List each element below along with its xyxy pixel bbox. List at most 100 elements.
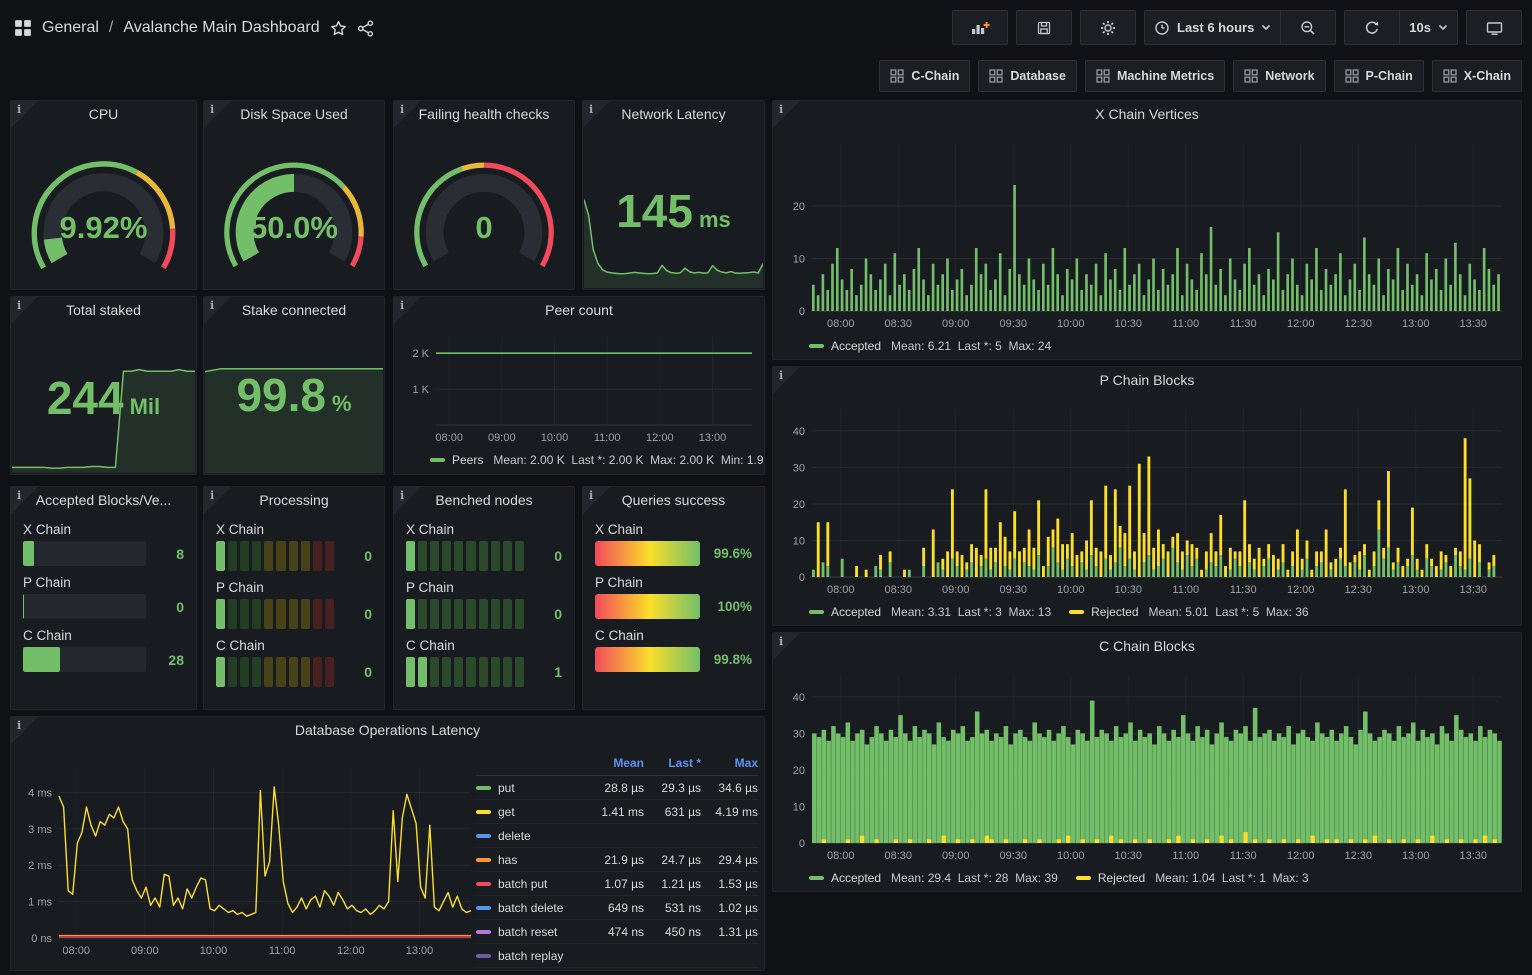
panel-info-icon[interactable] (204, 101, 231, 128)
tag-network[interactable]: Network (1233, 60, 1325, 92)
tag-machine-metrics[interactable]: Machine Metrics (1085, 60, 1225, 92)
panel-title[interactable]: Network Latency (583, 101, 764, 127)
panel-info-icon[interactable] (583, 487, 610, 514)
bar-gauge-row: C Chain 28 (23, 628, 184, 672)
breadcrumb-section[interactable]: General (42, 19, 99, 37)
panel-title[interactable]: Total staked (11, 297, 196, 323)
legend-item[interactable]: AcceptedMean: 3.31 Last *: 3 Max: 13 (809, 605, 1051, 619)
tag-x-chain[interactable]: X-Chain (1432, 60, 1522, 92)
tv-mode-button[interactable] (1466, 10, 1522, 45)
panel-info-icon[interactable] (11, 297, 38, 324)
save-dashboard-button[interactable] (1016, 10, 1072, 45)
svg-text:10:30: 10:30 (1114, 850, 1142, 862)
p-chain-blocks-chart: 01020304008:0008:3009:0009:3010:0010:301… (776, 393, 1520, 605)
panel-title[interactable]: C Chain Blocks (773, 633, 1521, 659)
legend-swatch (476, 786, 491, 790)
disk-value: 50.0% (204, 210, 384, 246)
svg-text:09:00: 09:00 (942, 850, 970, 862)
db-legend-row[interactable]: put28.8 µs29.3 µs34.6 µs (476, 776, 758, 800)
lcd-cell (479, 599, 488, 629)
db-legend-row[interactable]: has21.9 µs24.7 µs29.4 µs (476, 848, 758, 872)
legend-item[interactable]: RejectedMean: 5.01 Last *: 5 Max: 36 (1069, 605, 1308, 619)
bar-track (23, 594, 146, 619)
svg-text:30: 30 (793, 462, 805, 474)
panel-info-icon[interactable] (11, 487, 38, 514)
share-icon[interactable] (357, 20, 374, 37)
refresh-button[interactable] (1344, 10, 1400, 45)
panel-title[interactable]: P Chain Blocks (773, 367, 1521, 393)
panel-title[interactable]: Accepted Blocks/Ve... (11, 487, 196, 513)
dashboard-settings-button[interactable] (1080, 10, 1136, 45)
legend-item[interactable]: AcceptedMean: 29.4 Last *: 28 Max: 39 (809, 871, 1058, 885)
time-range-picker[interactable]: Last 6 hours (1144, 10, 1281, 45)
db-legend-row[interactable]: batch replay (476, 944, 758, 968)
panel-network-latency: i Network Latency 145ms (582, 100, 765, 290)
panel-title[interactable]: X Chain Vertices (773, 101, 1521, 127)
row-value: 28 (154, 652, 184, 668)
lcd-cell (252, 657, 261, 687)
panel-title[interactable]: Disk Space Used (204, 101, 384, 127)
db-legend-row[interactable]: get1.41 ms631 µs4.19 ms (476, 800, 758, 824)
col-mean[interactable]: Mean (587, 756, 644, 770)
row-value: 0 (342, 548, 372, 564)
db-legend-row[interactable]: batch delete649 ns531 ns1.02 µs (476, 896, 758, 920)
tag-p-chain[interactable]: P-Chain (1334, 60, 1424, 92)
panel-db-operations-latency: i Database Operations Latency 0 ns1 ms2 … (10, 716, 765, 971)
db-legend-row[interactable]: batch reset474 ns450 ns1.31 µs (476, 920, 758, 944)
dashboards-grid-icon[interactable] (14, 19, 32, 37)
lcd-cell (240, 541, 249, 571)
lcd-cell (454, 657, 463, 687)
db-legend-row[interactable]: batch put1.07 µs1.21 µs1.53 µs (476, 872, 758, 896)
panel-info-icon[interactable] (394, 297, 421, 324)
svg-text:08:30: 08:30 (884, 584, 912, 596)
panel-title[interactable]: Database Operations Latency (11, 717, 764, 743)
svg-text:20: 20 (793, 201, 805, 213)
panel-info-icon[interactable] (11, 101, 38, 128)
panel-title[interactable]: Benched nodes (394, 487, 574, 513)
panel-info-icon[interactable] (773, 101, 800, 128)
zoom-out-time-button[interactable] (1281, 10, 1336, 45)
panel-title[interactable]: Processing (204, 487, 384, 513)
tag-database[interactable]: Database (978, 60, 1077, 92)
grid-icon (890, 69, 904, 83)
panel-title[interactable]: CPU (11, 101, 196, 127)
legend-item[interactable]: PeersMean: 2.00 K Last *: 2.00 K Max: 2.… (430, 453, 764, 467)
panel-title[interactable]: Failing health checks (394, 101, 574, 127)
peer-count-legend: PeersMean: 2.00 K Last *: 2.00 K Max: 2.… (430, 453, 764, 467)
breadcrumb-title[interactable]: Avalanche Main Dashboard (123, 19, 319, 37)
svg-text:40: 40 (793, 692, 805, 704)
gradient-bar (595, 594, 700, 619)
row-label: X Chain (216, 522, 372, 537)
svg-text:09:00: 09:00 (488, 432, 516, 444)
row-label: P Chain (595, 575, 752, 590)
lcd-cell (466, 599, 475, 629)
panel-info-icon[interactable] (11, 717, 38, 744)
peer-count-chart: 1 K2 K08:0009:0010:0011:0012:0013:00 (398, 321, 762, 451)
time-controls: Last 6 hours (1144, 10, 1336, 45)
legend-item[interactable]: RejectedMean: 1.04 Last *: 1 Max: 3 (1076, 871, 1309, 885)
add-panel-button[interactable] (952, 10, 1008, 45)
lcd-cell (325, 541, 334, 571)
lcd-cells (406, 599, 524, 629)
panel-title[interactable]: Queries success (583, 487, 764, 513)
col-last[interactable]: Last * (644, 756, 701, 770)
panel-info-icon[interactable] (204, 297, 231, 324)
star-icon[interactable] (330, 20, 347, 37)
lcd-cell (276, 599, 285, 629)
tag-c-chain[interactable]: C-Chain (879, 60, 970, 92)
legend-item[interactable]: AcceptedMean: 6.21 Last *: 5 Max: 24 (809, 339, 1051, 353)
panel-info-icon[interactable] (394, 101, 421, 128)
row-label: X Chain (406, 522, 562, 537)
refresh-interval-picker[interactable]: 10s (1400, 10, 1458, 45)
col-max[interactable]: Max (701, 756, 758, 770)
panel-title[interactable]: Stake connected (204, 297, 384, 323)
panel-info-icon[interactable] (773, 367, 800, 394)
panel-title[interactable]: Peer count (394, 297, 764, 323)
panel-info-icon[interactable] (204, 487, 231, 514)
db-legend-row[interactable]: delete (476, 824, 758, 848)
panel-info-icon[interactable] (394, 487, 421, 514)
panel-processing: i Processing X Chain 0 P Chain 0 C Chain… (203, 486, 385, 710)
panel-info-icon[interactable] (583, 101, 610, 128)
panel-info-icon[interactable] (773, 633, 800, 660)
gradient-gauge-row: C Chain 99.8% (595, 628, 752, 672)
